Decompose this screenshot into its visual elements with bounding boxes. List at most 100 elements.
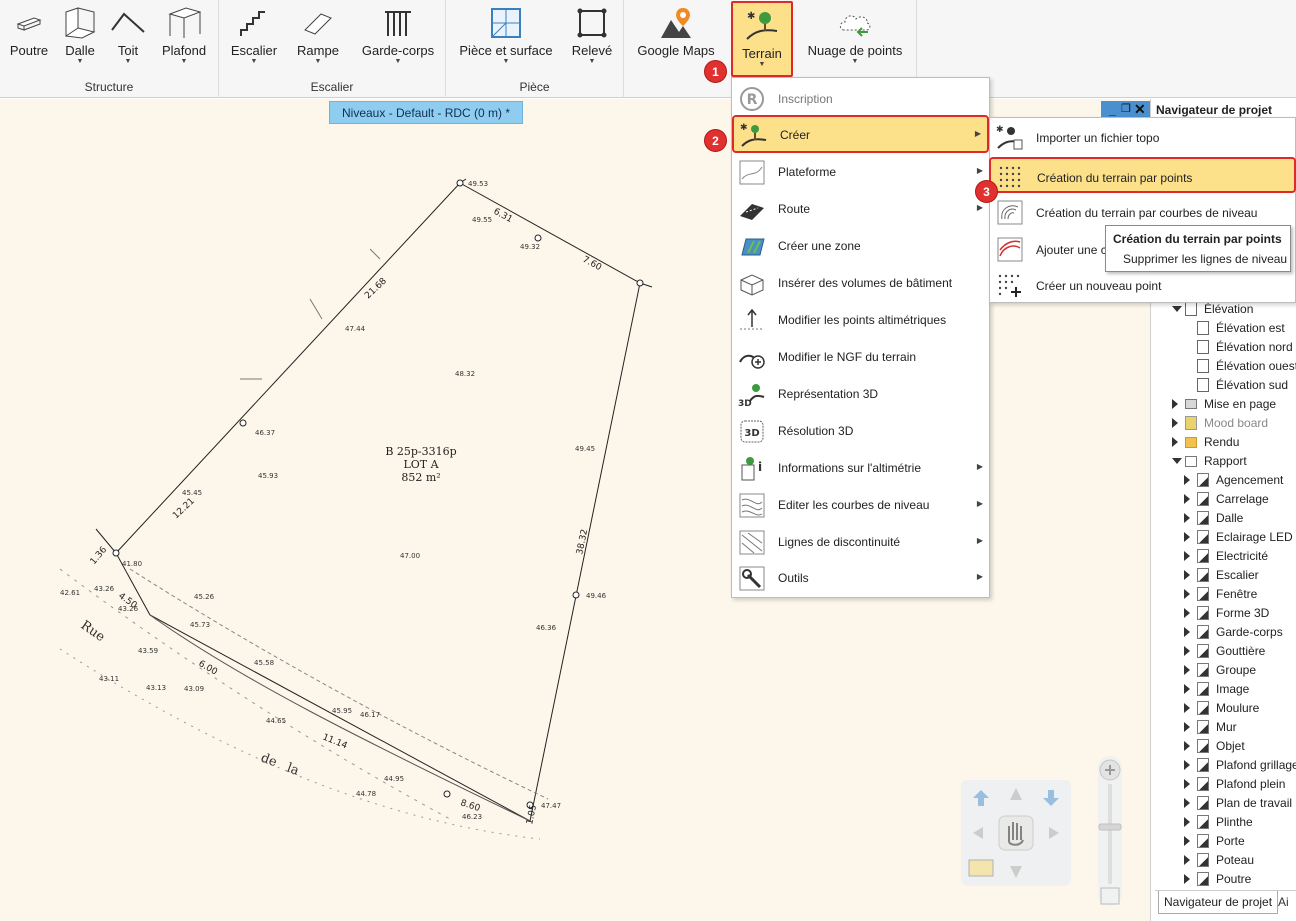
expand-arrow-icon[interactable]: [1184, 741, 1190, 751]
tree-item[interactable]: Fenêtre: [1184, 585, 1296, 604]
tree-item[interactable]: Plinthe: [1184, 813, 1296, 832]
piece-et-surface-button[interactable]: Pièce et surface ▼: [458, 0, 554, 76]
minimize-icon[interactable]: _: [1109, 103, 1116, 117]
escalier-button[interactable]: Escalier ▼: [227, 0, 281, 76]
expand-arrow-icon[interactable]: [1184, 836, 1190, 846]
expand-arrow-icon[interactable]: [1184, 475, 1190, 485]
pan-right-icon[interactable]: [1049, 827, 1059, 839]
expand-arrow-icon[interactable]: [1184, 589, 1190, 599]
menu-item-creer-une-zone[interactable]: Créer une zone: [732, 228, 989, 265]
menu-item-representation-3d[interactable]: 3D Représentation 3D: [732, 376, 989, 413]
expand-arrow-icon[interactable]: [1184, 760, 1190, 770]
expand-arrow-icon[interactable]: [1184, 551, 1190, 561]
pan-up-icon[interactable]: [1010, 788, 1022, 800]
tree-item[interactable]: Moulure: [1184, 699, 1296, 718]
menu-item-outils[interactable]: Outils ▶: [732, 560, 989, 597]
nuage-de-points-button[interactable]: Nuage de points ▼: [804, 0, 906, 76]
move-down-icon[interactable]: [1043, 790, 1059, 806]
tree-item[interactable]: Escalier: [1184, 566, 1296, 585]
expand-arrow-icon[interactable]: [1184, 627, 1190, 637]
tree-item[interactable]: Élévation nord: [1184, 338, 1296, 357]
tab-ai[interactable]: Ai: [1273, 891, 1294, 914]
view-plan-icon[interactable]: [968, 859, 994, 877]
move-up-icon[interactable]: [973, 790, 989, 806]
menu-item-route[interactable]: Route ▶: [732, 191, 989, 228]
menu-item-editer-courbes[interactable]: Editer les courbes de niveau ▶: [732, 487, 989, 524]
tree-item[interactable]: Mood board: [1172, 414, 1296, 433]
expand-arrow-icon[interactable]: [1184, 722, 1190, 732]
tab-navigateur-de-projet[interactable]: Navigateur de projet: [1158, 891, 1279, 914]
poutre-button[interactable]: Poutre: [5, 0, 53, 76]
menu-item-resolution-3d[interactable]: 3D Résolution 3D: [732, 413, 989, 450]
expand-arrow-icon[interactable]: [1172, 399, 1178, 409]
menu-item-modifier-ngf[interactable]: Modifier le NGF du terrain: [732, 339, 989, 376]
expand-arrow-icon[interactable]: [1172, 418, 1178, 428]
releve-button[interactable]: Relevé ▼: [568, 0, 616, 76]
level-tab[interactable]: Niveaux - Default - RDC (0 m) *: [329, 101, 524, 124]
menu-item-plateforme[interactable]: Plateforme ▶: [732, 154, 989, 191]
tree-item[interactable]: Plafond plein: [1184, 775, 1296, 794]
menu-item-creer[interactable]: ✱ Créer ▶: [732, 115, 989, 153]
menu-item-lignes-discontinuite[interactable]: Lignes de discontinuité ▶: [732, 524, 989, 561]
tree-item[interactable]: Plafond grillage: [1184, 756, 1296, 775]
expand-arrow-icon[interactable]: [1184, 646, 1190, 656]
plafond-button[interactable]: Plafond ▼: [158, 0, 210, 76]
tree-item[interactable]: Plan de travail: [1184, 794, 1296, 813]
dalle-button[interactable]: Dalle ▼: [58, 0, 102, 76]
menu-item-informations-altimetrie[interactable]: i Informations sur l'altimétrie ▶: [732, 450, 989, 487]
tree-item[interactable]: Élévation ouest: [1184, 357, 1296, 376]
tree-item[interactable]: Dalle: [1184, 509, 1296, 528]
tree-item[interactable]: Élévation est: [1184, 319, 1296, 338]
tree-item[interactable]: Mise en page: [1172, 395, 1296, 414]
tree-item[interactable]: Poteau: [1184, 851, 1296, 870]
submenu-item-creer-nouveau-point[interactable]: Créer un nouveau point: [990, 267, 1295, 304]
zoom-thumb[interactable]: [1098, 823, 1122, 831]
expand-arrow-icon[interactable]: [1184, 817, 1190, 827]
pan-down-icon[interactable]: [1010, 866, 1022, 878]
tree-item[interactable]: Eclairage LED: [1184, 528, 1296, 547]
zoom-slider[interactable]: [1095, 750, 1125, 912]
tree-item[interactable]: Agencement: [1184, 471, 1296, 490]
tree-item[interactable]: Porte: [1184, 832, 1296, 851]
expand-arrow-icon[interactable]: [1172, 437, 1178, 447]
submenu-item-creation-par-points[interactable]: Création du terrain par points: [989, 157, 1296, 193]
tree-item[interactable]: Garde-corps: [1184, 623, 1296, 642]
expand-arrow-icon[interactable]: [1184, 703, 1190, 713]
tree-item[interactable]: Electricité: [1184, 547, 1296, 566]
collapse-arrow-icon[interactable]: [1172, 306, 1182, 312]
restore-icon[interactable]: ❐: [1121, 102, 1131, 115]
expand-arrow-icon[interactable]: [1184, 874, 1190, 884]
tree-item[interactable]: Objet: [1184, 737, 1296, 756]
tree-item[interactable]: Rapport: [1172, 452, 1296, 471]
expand-arrow-icon[interactable]: [1184, 665, 1190, 675]
tree-item[interactable]: Poutre: [1184, 870, 1296, 889]
expand-arrow-icon[interactable]: [1184, 608, 1190, 618]
expand-arrow-icon[interactable]: [1184, 494, 1190, 504]
expand-arrow-icon[interactable]: [1184, 779, 1190, 789]
terrain-button[interactable]: ✱ Terrain ▼: [731, 1, 793, 77]
menu-item-modifier-points[interactable]: Modifier les points altimétriques: [732, 302, 989, 339]
toit-button[interactable]: Toit ▼: [107, 0, 149, 76]
tree-item[interactable]: Gouttière: [1184, 642, 1296, 661]
expand-arrow-icon[interactable]: [1184, 570, 1190, 580]
expand-arrow-icon[interactable]: [1184, 513, 1190, 523]
tree-item[interactable]: Groupe: [1184, 661, 1296, 680]
tree-item[interactable]: Image: [1184, 680, 1296, 699]
rampe-button[interactable]: Rampe ▼: [294, 0, 342, 76]
tree-item[interactable]: Carrelage: [1184, 490, 1296, 509]
close-icon[interactable]: ✕: [1134, 101, 1146, 118]
garde-corps-button[interactable]: Garde-corps ▼: [359, 0, 437, 76]
pan-left-icon[interactable]: [973, 827, 983, 839]
expand-arrow-icon[interactable]: [1184, 855, 1190, 865]
expand-arrow-icon[interactable]: [1184, 684, 1190, 694]
menu-item-inserer-volumes[interactable]: Insérer des volumes de bâtiment: [732, 265, 989, 302]
tree-item[interactable]: Mur: [1184, 718, 1296, 737]
menu-item-inscription[interactable]: R Inscription: [732, 81, 989, 118]
expand-arrow-icon[interactable]: [1184, 798, 1190, 808]
collapse-arrow-icon[interactable]: [1172, 458, 1182, 464]
submenu-item-importer-topo[interactable]: ✱ Importer un fichier topo: [990, 119, 1295, 156]
tree-item[interactable]: Élévation sud: [1184, 376, 1296, 395]
tree-item[interactable]: Rendu: [1172, 433, 1296, 452]
tree-item[interactable]: Forme 3D: [1184, 604, 1296, 623]
expand-arrow-icon[interactable]: [1184, 532, 1190, 542]
